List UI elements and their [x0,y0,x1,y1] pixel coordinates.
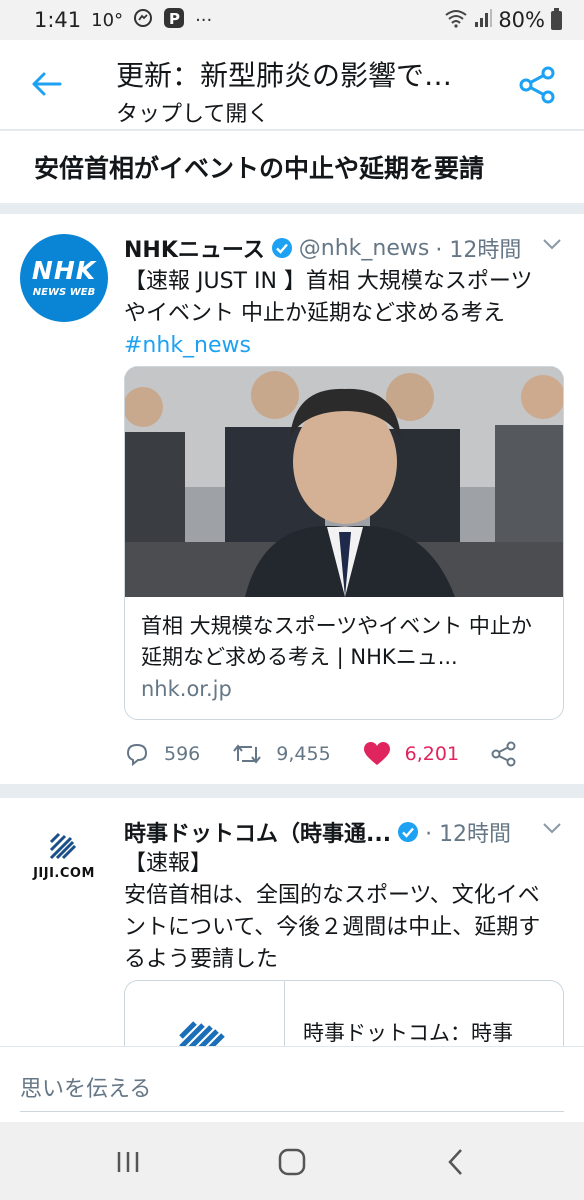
tweet-header: 時事ドットコム（時事通... · 12時間 [124,816,564,848]
moment-headline: 安倍首相がイベントの中止や延期を要請 [0,131,584,203]
link-preview-card[interactable]: 首相 大規模なスポーツやイベント 中止か延期など求める考え | NHKニュ...… [124,366,564,720]
reply-underline [20,1111,564,1112]
avatar-logo-subtext: NEWS WEB [32,287,96,298]
news-photo [125,367,563,597]
moment-subtitle[interactable]: タップして開く [116,96,269,128]
moment-title[interactable]: 更新：新型肺炎の影響で… [116,54,452,94]
tweet-time: · 12時間 [425,822,512,847]
app-bar: 更新：新型肺炎の影響で… タップして開く [0,40,584,130]
reply-button[interactable]: 596 [124,741,200,767]
status-bar: 1:41 10° P ··· 80% [0,0,584,40]
share-icon[interactable] [518,66,556,104]
tweet-body: 【速報 JUST IN 】首相 大規模なスポーツやイベント 中止か延期など求める… [124,269,533,326]
verified-badge-icon [398,822,419,842]
more-dots-icon: ··· [195,9,213,31]
author-name[interactable]: 時事ドットコム（時事通... [124,816,391,848]
share-icon [491,741,516,767]
svg-text:P: P [169,10,180,28]
status-time: 1:41 [34,8,82,32]
link-title: 首相 大規模なスポーツやイベント 中止か延期など求める考え | NHKニュ... [141,614,532,669]
tweet-card[interactable]: JIJI.COM 時事ドットコム（時事通... · 12時間 【速報】 安倍首相… [0,798,584,1060]
tweet-text: 【速報 JUST IN 】首相 大規模なスポーツやイベント 中止か延期など求める… [124,266,554,362]
tweet-actions: 596 9,455 6,201 [124,736,564,772]
link-domain: nhk.or.jp [141,677,232,701]
jiji-logo-icon [49,832,77,860]
battery-percent: 80% [498,8,545,32]
paypay-icon: P [163,7,185,34]
tweet-tag: 【速報】 [124,851,213,876]
chevron-down-icon[interactable] [540,816,564,840]
heart-icon [363,742,390,765]
recent-apps-icon[interactable] [110,1144,146,1180]
messenger-icon [133,8,153,33]
like-count: 6,201 [404,743,460,765]
tweet-card[interactable]: NHK NEWS WEB NHKニュース @nhk_news · 12時間 【速… [0,214,584,784]
wifi-icon [444,8,468,33]
retweet-count: 9,455 [276,743,331,765]
author-handle[interactable]: @nhk_news [299,236,430,261]
tweet-header: NHKニュース @nhk_news · 12時間 [124,232,564,264]
system-nav-bar [0,1122,584,1200]
reply-input[interactable]: 思いを伝える [20,1071,151,1103]
avatar[interactable]: JIJI.COM [20,820,108,908]
back-nav-icon[interactable] [438,1144,474,1180]
author-name[interactable]: NHKニュース [124,232,265,264]
chevron-down-icon[interactable] [540,232,564,256]
status-temperature: 10° [91,9,124,31]
link-title: 時事ドットコム：時事 [303,1021,513,1045]
avatar[interactable]: NHK NEWS WEB [20,234,108,322]
avatar-logo-text: JIJI.COM [33,866,95,881]
reply-composer[interactable]: 思いを伝える [0,1046,584,1122]
avatar-logo-text: NHK [31,256,97,285]
like-button[interactable]: 6,201 [363,741,459,767]
retweet-button[interactable]: 9,455 [232,741,331,767]
reply-count: 596 [164,743,201,765]
home-icon[interactable] [274,1144,310,1180]
tweet-text: 【速報】 安倍首相は、全国的なスポーツ、文化イベントについて、今後２週間は中止、… [124,848,554,976]
tweet-time: · 12時間 [435,238,522,263]
tweet-body: 安倍首相は、全国的なスポーツ、文化イベントについて、今後２週間は中止、延期するよ… [124,883,541,972]
battery-icon [551,7,562,30]
retweet-icon [233,744,262,764]
signal-icon [474,8,493,33]
verified-badge-icon [271,238,292,258]
reply-icon [126,743,148,767]
share-tweet-button[interactable] [491,741,517,767]
arrow-left-icon[interactable] [28,66,64,102]
hashtag-link[interactable]: #nhk_news [124,333,251,358]
